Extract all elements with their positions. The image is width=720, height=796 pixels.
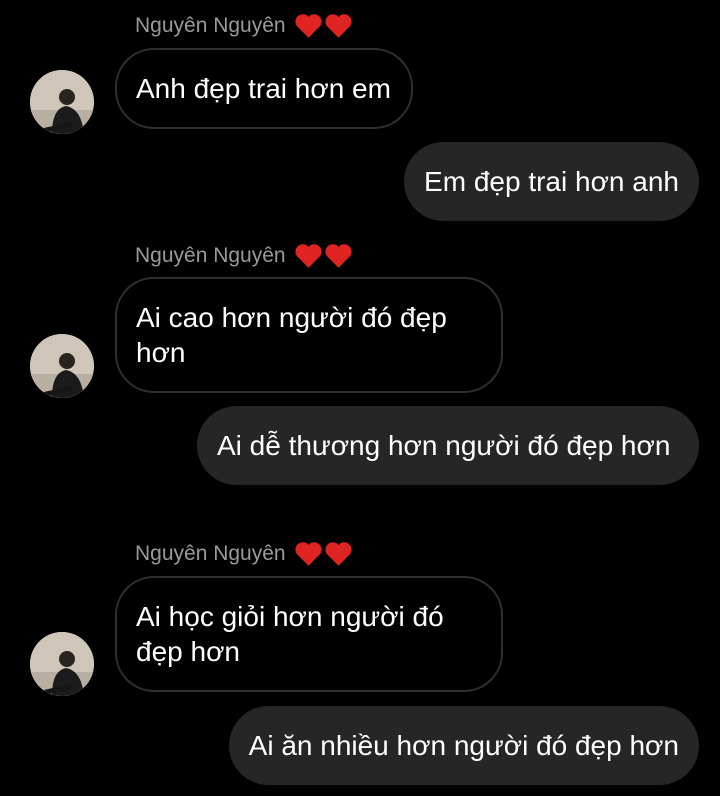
message-text: Ai cao hơn người đó đẹp hơn <box>136 302 447 368</box>
sender-name-text: Nguyên Nguyên <box>135 541 286 565</box>
outgoing-message-bubble[interactable]: Ai ăn nhiều hơn người đó đẹp hơn <box>228 706 699 785</box>
outgoing-message-bubble[interactable]: Ai dễ thương hơn người đó đẹp hơn <box>197 406 699 485</box>
message-text: Ai học giỏi hơn người đó đẹp hơn <box>136 601 444 667</box>
avatar-photo <box>30 334 94 398</box>
heart-icon <box>295 244 322 268</box>
message-text: Anh đẹp trai hơn em <box>136 73 391 104</box>
avatar-photo <box>30 632 94 696</box>
incoming-message-bubble[interactable]: Anh đẹp trai hơn em <box>115 48 413 129</box>
outgoing-message-bubble[interactable]: Em đẹp trai hơn anh <box>404 142 699 221</box>
heart-icon <box>295 542 322 566</box>
heart-icon <box>325 542 352 566</box>
message-text: Ai dễ thương hơn người đó đẹp hơn <box>217 430 671 461</box>
heart-emojis <box>294 540 353 567</box>
heart-icon <box>295 14 322 38</box>
sender-name-text: Nguyên Nguyên <box>135 243 286 267</box>
message-text: Ai ăn nhiều hơn người đó đẹp hơn <box>248 730 679 761</box>
heart-emojis <box>294 12 353 39</box>
sender-name: Nguyên Nguyên <box>135 242 353 269</box>
heart-emojis <box>294 242 353 269</box>
incoming-message-bubble[interactable]: Ai cao hơn người đó đẹp hơn <box>115 277 503 393</box>
sender-name-text: Nguyên Nguyên <box>135 13 286 37</box>
heart-icon <box>325 14 352 38</box>
sender-name: Nguyên Nguyên <box>135 540 353 567</box>
avatar[interactable] <box>30 70 94 134</box>
avatar[interactable] <box>30 632 94 696</box>
avatar[interactable] <box>30 334 94 398</box>
message-text: Em đẹp trai hơn anh <box>424 166 679 197</box>
incoming-message-bubble[interactable]: Ai học giỏi hơn người đó đẹp hơn <box>115 576 503 692</box>
heart-icon <box>325 244 352 268</box>
avatar-photo <box>30 70 94 134</box>
sender-name: Nguyên Nguyên <box>135 12 353 39</box>
